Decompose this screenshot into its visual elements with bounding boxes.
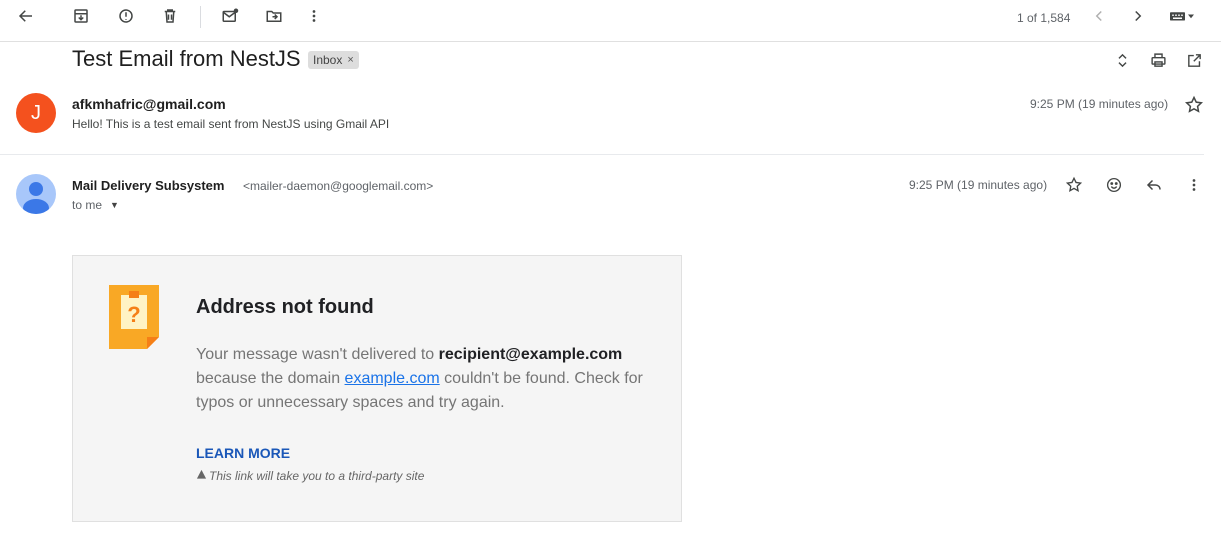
toolbar-divider-line bbox=[0, 41, 1221, 42]
reply-icon[interactable] bbox=[1144, 175, 1164, 195]
bounce-body-mid: because the domain bbox=[196, 370, 345, 387]
message1-sender[interactable]: afkmhafric@gmail.com bbox=[72, 96, 226, 112]
svg-text:?: ? bbox=[127, 302, 140, 327]
bounce-recipient: recipient@example.com bbox=[438, 346, 623, 363]
message2-sender-name[interactable]: Mail Delivery Subsystem bbox=[72, 178, 224, 193]
learn-more-link[interactable]: LEARN MORE bbox=[196, 445, 290, 461]
recipient-details-toggle[interactable]: to me ▼ bbox=[72, 198, 119, 212]
message2-time: 9:25 PM (19 minutes ago) bbox=[909, 178, 1048, 192]
toolbar-divider bbox=[200, 6, 201, 28]
bounce-body: Your message wasn't delivered to recipie… bbox=[196, 343, 656, 415]
label-text: Inbox bbox=[313, 53, 343, 67]
remove-label-icon[interactable]: × bbox=[347, 54, 353, 66]
message1-time: 9:25 PM (19 minutes ago) bbox=[1030, 97, 1169, 111]
message1-snippet[interactable]: Hello! This is a test email sent from Ne… bbox=[72, 117, 389, 131]
message-divider bbox=[0, 154, 1204, 155]
star-icon[interactable] bbox=[1184, 95, 1204, 115]
caret-down-icon: ▼ bbox=[110, 200, 119, 210]
print-icon[interactable] bbox=[1149, 51, 1167, 69]
star-icon[interactable] bbox=[1064, 175, 1084, 195]
thread-subject: Test Email from NestJS bbox=[72, 46, 301, 71]
newer-chevron-icon[interactable] bbox=[1089, 6, 1109, 26]
third-party-text: This link will take you to a third-party… bbox=[209, 469, 425, 483]
bounce-notice-card: ? Address not found Your message wasn't … bbox=[72, 255, 682, 522]
open-new-window-icon[interactable] bbox=[1185, 51, 1203, 69]
warning-icon bbox=[196, 469, 207, 483]
pager-count: 1 of 1,584 bbox=[1017, 11, 1071, 25]
bounce-body-prefix: Your message wasn't delivered to bbox=[196, 346, 439, 363]
message2-sender-email: <mailer-daemon@googlemail.com> bbox=[243, 179, 434, 193]
report-spam-icon[interactable] bbox=[116, 6, 136, 26]
more-options-icon[interactable] bbox=[304, 6, 324, 26]
question-document-icon: ? bbox=[109, 285, 159, 349]
input-tools-icon[interactable] bbox=[1164, 6, 1200, 26]
expand-all-icon[interactable] bbox=[1113, 51, 1131, 69]
bounce-title: Address not found bbox=[196, 296, 374, 318]
older-chevron-icon[interactable] bbox=[1128, 6, 1148, 26]
third-party-note: This link will take you to a third-party… bbox=[196, 469, 424, 483]
archive-icon[interactable] bbox=[71, 6, 91, 26]
mark-unread-icon[interactable] bbox=[220, 6, 240, 26]
delete-icon[interactable] bbox=[160, 6, 180, 26]
emoji-react-icon[interactable] bbox=[1104, 175, 1124, 195]
more-vert-icon[interactable] bbox=[1184, 175, 1204, 195]
move-to-folder-icon[interactable] bbox=[264, 6, 284, 26]
default-avatar-icon bbox=[16, 174, 56, 214]
sender-avatar: J bbox=[16, 93, 56, 133]
back-arrow-icon[interactable] bbox=[16, 6, 36, 26]
domain-link[interactable]: example.com bbox=[345, 370, 440, 387]
to-me-label: to me bbox=[72, 198, 103, 212]
inbox-label-chip[interactable]: Inbox × bbox=[308, 51, 359, 69]
toolbar: 1 of 1,584 bbox=[0, 0, 1221, 36]
